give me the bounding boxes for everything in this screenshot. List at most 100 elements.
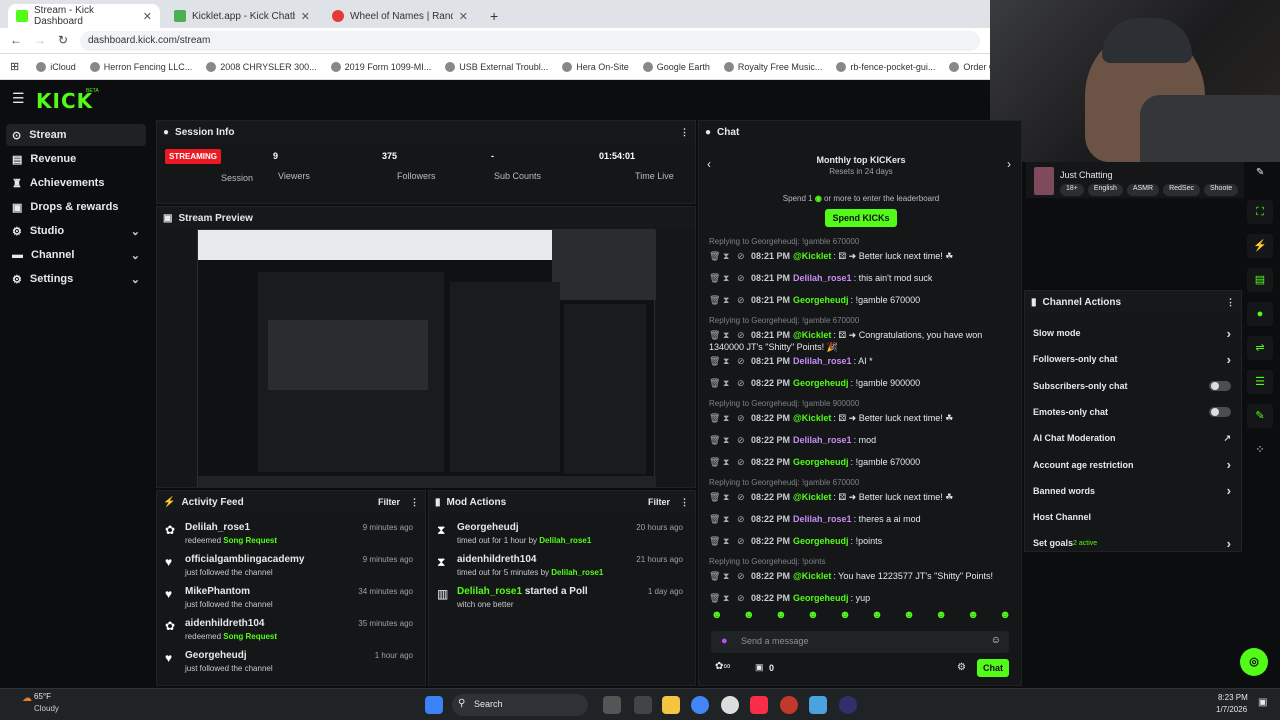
username[interactable]: Delilah_rose1: [457, 586, 522, 597]
sidebar-item-stream[interactable]: ⊙ Stream: [6, 124, 146, 146]
channel-action-item[interactable]: Banned words ›: [1033, 481, 1231, 501]
item-sub-highlight[interactable]: Song Request: [223, 536, 277, 545]
timeout-icon[interactable]: ⧗: [723, 491, 731, 503]
delete-icon[interactable]: 🗑: [709, 434, 720, 446]
emote-icon[interactable]: ☻: [807, 609, 819, 627]
chevron-right-icon[interactable]: ›: [1227, 536, 1231, 551]
close-icon[interactable]: ✕: [301, 10, 310, 23]
points-icon[interactable]: ✿∞: [715, 661, 731, 672]
file-explorer-icon[interactable]: [662, 696, 680, 714]
delete-icon[interactable]: 🗑: [709, 377, 720, 389]
emote-icon[interactable]: ☻: [775, 609, 787, 627]
item-sub-highlight[interactable]: Delilah_rose1: [539, 536, 591, 545]
emote-icon[interactable]: ☻: [999, 609, 1011, 627]
ban-icon[interactable]: ⊘: [737, 456, 745, 468]
message-user[interactable]: @Kicklet: [793, 492, 831, 502]
toggle-switch[interactable]: [1209, 380, 1231, 391]
message-user[interactable]: Delilah_rose1: [793, 435, 852, 445]
mic-icon[interactable]: ●: [721, 635, 728, 647]
timeout-icon[interactable]: ⧗: [723, 250, 731, 262]
rail-more-icon[interactable]: ⁘: [1247, 438, 1273, 462]
message-user[interactable]: @Kicklet: [793, 571, 831, 581]
rail-list-icon[interactable]: ☰: [1247, 370, 1273, 394]
chevron-right-icon[interactable]: ›: [1227, 457, 1231, 472]
delete-icon[interactable]: 🗑: [709, 456, 720, 468]
obs-icon[interactable]: [839, 696, 857, 714]
timeout-icon[interactable]: ⧗: [723, 434, 731, 446]
username[interactable]: aidenhildreth104: [185, 618, 264, 629]
channel-action-item[interactable]: Emotes-only chat: [1033, 402, 1231, 422]
chat-message[interactable]: 🗑 ⧗ ⊘ 08:22 PM @Kicklet: ⚄ ➜ Better luck nex…: [709, 491, 1009, 503]
channel-action-item[interactable]: Subscribers-only chat: [1033, 376, 1231, 396]
chat-message[interactable]: 🗑 ⧗ ⊘ 08:21 PM Delilah_rose1: this ain't mod…: [709, 272, 1009, 284]
ban-icon[interactable]: ⊘: [737, 294, 745, 306]
channel-action-item[interactable]: Set goals 2 active ›: [1033, 533, 1231, 553]
bookmark-item[interactable]: iCloud: [29, 61, 83, 72]
delete-icon[interactable]: 🗑: [709, 272, 720, 284]
message-user[interactable]: Georgeheudj: [793, 457, 849, 467]
app-icon[interactable]: [634, 696, 652, 714]
chat-message[interactable]: 🗑 ⧗ ⊘ 08:21 PM Georgeheudj: !gamble 670000: [709, 294, 1009, 306]
bookmark-item[interactable]: Hera On-Site: [555, 61, 636, 72]
sidebar-item-settings[interactable]: ⚙ Settings ⌄: [6, 268, 146, 290]
bookmark-item[interactable]: Royalty Free Music...: [717, 61, 830, 72]
chat-message[interactable]: 🗑 ⧗ ⊘ 08:22 PM Georgeheudj: yup: [709, 592, 1009, 604]
more-icon[interactable]: ⋮: [680, 497, 689, 508]
taskbar-search[interactable]: ⚲ Search: [452, 694, 588, 716]
ban-icon[interactable]: ⊘: [737, 491, 745, 503]
list-item[interactable]: ♥ MikePhantom just followed the channel 34 …: [165, 583, 417, 615]
bookmark-item[interactable]: 2019 Form 1099-MI...: [324, 61, 439, 72]
toggle-switch[interactable]: [1209, 406, 1231, 417]
delete-icon[interactable]: 🗑: [709, 570, 720, 582]
emoji-icon[interactable]: ☺: [991, 635, 1001, 646]
tab-kicklet[interactable]: Kicklet.app - Kick Chatbot and ✕: [166, 4, 318, 28]
ban-icon[interactable]: ⊘: [737, 535, 745, 547]
timeout-icon[interactable]: ⧗: [723, 272, 731, 284]
apps-grid-icon[interactable]: ⊞: [0, 60, 29, 73]
message-user[interactable]: @Kicklet: [793, 413, 831, 423]
sidebar-item-revenue[interactable]: ▤ Revenue: [6, 148, 146, 170]
kick-logo[interactable]: KICK: [36, 89, 93, 113]
ban-icon[interactable]: ⊘: [737, 329, 745, 341]
message-user[interactable]: @Kicklet: [793, 251, 831, 261]
chat-input[interactable]: ● Send a message ☺: [711, 631, 1009, 653]
delete-icon[interactable]: 🗑: [709, 355, 720, 367]
timeout-icon[interactable]: ⧗: [723, 513, 731, 525]
chatgpt-icon[interactable]: [721, 696, 739, 714]
username[interactable]: MikePhantom: [185, 586, 250, 597]
list-item[interactable]: ✿ Delilah_rose1 redeemed Song Request 9 min…: [165, 519, 417, 551]
stream-video[interactable]: [197, 229, 656, 487]
timeout-icon[interactable]: ⧗: [723, 412, 731, 424]
ban-icon[interactable]: ⊘: [737, 355, 745, 367]
windows-start-icon[interactable]: [425, 696, 443, 714]
app-icon[interactable]: [780, 696, 798, 714]
username[interactable]: aidenhildreth104: [457, 554, 536, 565]
bookmark-item[interactable]: 2008 CHRYSLER 300...: [199, 61, 323, 72]
message-user[interactable]: Georgeheudj: [793, 536, 849, 546]
external-link-icon[interactable]: ↗: [1223, 433, 1231, 444]
chat-message[interactable]: 🗑 ⧗ ⊘ 08:22 PM Georgeheudj: !gamble 900000: [709, 377, 1009, 389]
emote-icon[interactable]: ☻: [839, 609, 851, 627]
emote-icon[interactable]: ☻: [871, 609, 883, 627]
reload-icon[interactable]: ↻: [58, 33, 68, 47]
chevron-right-icon[interactable]: ›: [1227, 483, 1231, 498]
rail-expand-icon[interactable]: ⛶: [1247, 200, 1273, 224]
bookmark-item[interactable]: rb-fence-pocket-gui...: [829, 61, 942, 72]
message-user[interactable]: Georgeheudj: [793, 295, 849, 305]
url-input[interactable]: dashboard.kick.com/stream: [80, 31, 980, 51]
username[interactable]: officialgamblingacademy: [185, 554, 304, 565]
chat-message[interactable]: 🗑 ⧗ ⊘ 08:22 PM Georgeheudj: !points: [709, 535, 1009, 547]
delete-icon[interactable]: 🗑: [709, 535, 720, 547]
notification-icon[interactable]: ▣: [1258, 697, 1267, 708]
list-item[interactable]: ✿ aidenhildreth104 redeemed Song Request 35…: [165, 615, 417, 647]
ban-icon[interactable]: ⊘: [737, 377, 745, 389]
edit-icon[interactable]: ✎: [1256, 167, 1264, 178]
tab-wheel-of-names[interactable]: Wheel of Names | Random nam ✕: [324, 4, 476, 28]
rail-bolt-icon[interactable]: ⚡: [1247, 234, 1273, 258]
list-item[interactable]: ♥ Georgeheudj just followed the channel 1 h…: [165, 647, 417, 679]
music-icon[interactable]: [750, 696, 768, 714]
delete-icon[interactable]: 🗑: [709, 294, 720, 306]
ban-icon[interactable]: ⊘: [737, 570, 745, 582]
item-sub-highlight[interactable]: Delilah_rose1: [551, 568, 603, 577]
message-user[interactable]: Delilah_rose1: [793, 514, 852, 524]
